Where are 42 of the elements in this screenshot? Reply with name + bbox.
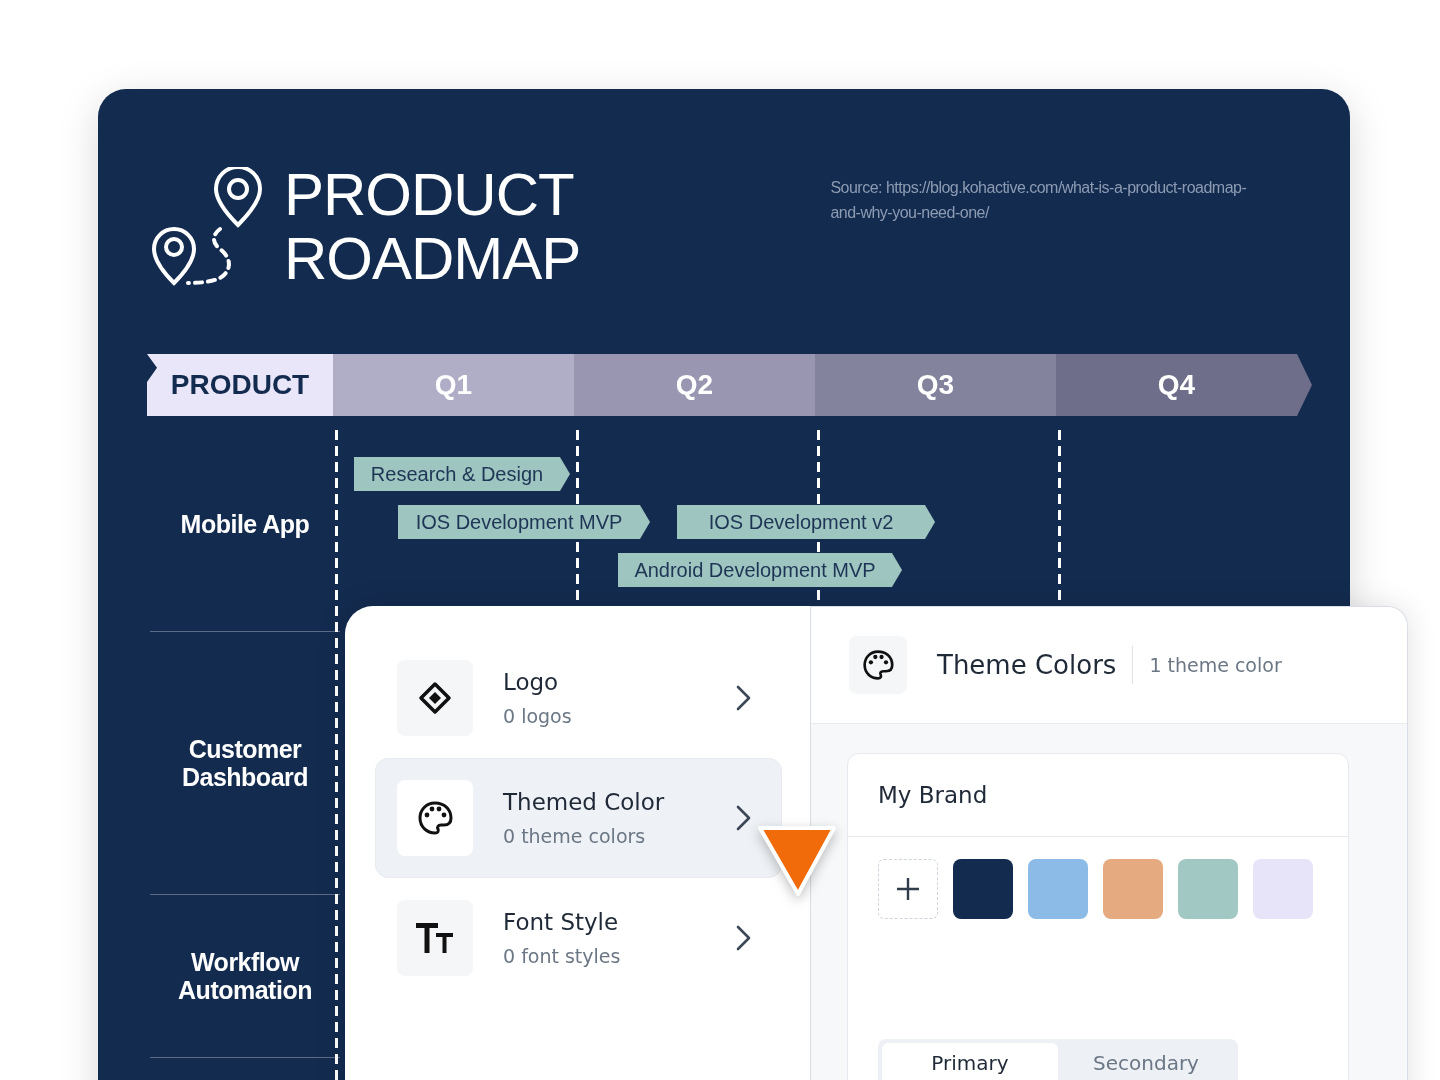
settings-item[interactable]: Logo 0 logos [375,638,782,758]
chevron-right-icon [736,685,752,711]
settings-item[interactable]: Themed Color 0 theme colors [375,758,782,878]
column-header: PRODUCT [147,354,333,416]
item-title: Font Style [503,909,620,935]
plus-icon [896,877,920,901]
chevron-right-icon [736,925,752,951]
quarter-header: Q4 [1056,354,1312,416]
diamond-icon [418,681,452,715]
color-swatch[interactable] [1178,859,1238,919]
item-title: Logo [503,669,560,695]
item-title: Themed Color [503,789,666,815]
palette-icon [417,800,453,836]
palette-icon [862,649,894,681]
quarter-header: Q2 [574,354,815,416]
settings-item[interactable]: Font Style 0 font styles [375,878,782,998]
quarter-header: Q3 [815,354,1056,416]
item-subtitle: 0 logos [503,705,573,727]
item-subtitle: 0 font styles [503,945,622,967]
task-bar: Research & Design [354,457,570,491]
brand-name: My Brand [878,782,988,808]
row-label: Mobile App [179,509,311,538]
row-label: Workflow Automation [177,948,313,1004]
color-swatch[interactable] [1028,859,1088,919]
task-bar: IOS Development MVP [398,505,650,539]
row-label: Customer Dashboard [180,735,310,791]
color-swatch[interactable] [953,859,1013,919]
tab[interactable]: Secondary [1058,1043,1234,1080]
color-swatch[interactable] [1253,859,1313,919]
font-size-icon [416,923,454,953]
add-color-button[interactable] [878,859,938,919]
task-bar: IOS Development v2 [677,505,935,539]
tab[interactable]: Primary [882,1043,1058,1080]
task-bar: Android Development MVP [618,553,902,587]
item-subtitle: 0 theme colors [503,825,647,847]
panel-title: Theme Colors [937,646,1134,684]
roadmap-title: PRODUCT ROADMAP [284,163,581,291]
quarter-header: Q1 [333,354,574,416]
color-swatch[interactable] [1103,859,1163,919]
chevron-right-icon [736,805,752,831]
color-count: 1 theme color [1149,654,1282,676]
source-note: Source: https://blog.kohactive.com/what-is-a-product-roadmap-and-why-you-need-one/ [830,178,1248,223]
